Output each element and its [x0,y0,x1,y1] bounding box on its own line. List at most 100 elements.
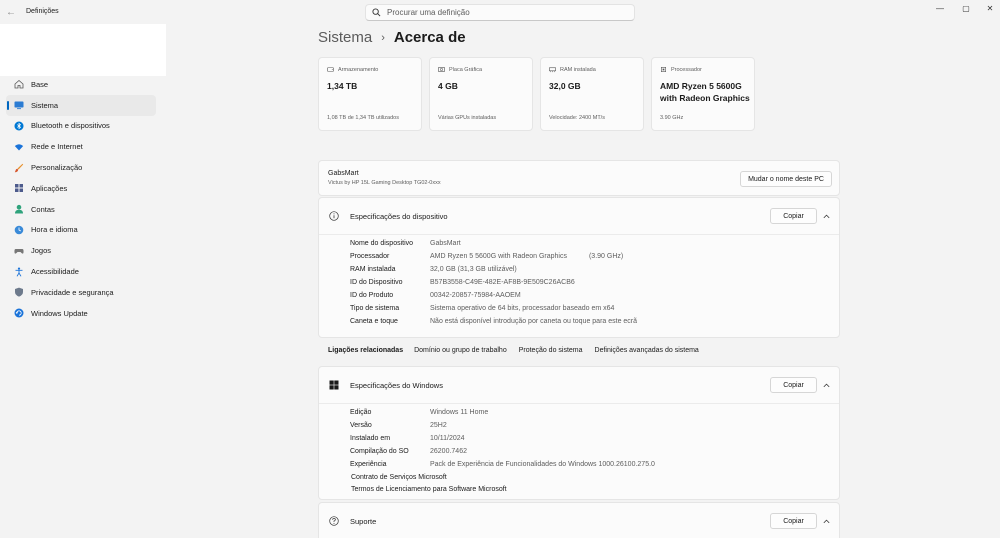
link-domain-workgroup[interactable]: Domínio ou grupo de trabalho [414,347,507,354]
gpu-icon [438,67,445,72]
device-name: GabsMart [328,170,359,177]
support-card: Suporte Copiar [318,502,840,538]
link-microsoft-services-agreement[interactable]: Contrato de Serviços Microsoft [351,474,447,481]
sidebar-item-base[interactable]: Base [6,74,156,95]
sidebar-item-windows-update[interactable]: Windows Update [6,303,156,324]
device-specs-card: Especificações do dispositivo Copiar Nom… [318,197,840,338]
sidebar-item-contas[interactable]: Contas [6,199,156,220]
profile-area[interactable] [0,24,166,76]
tile-foot: 3.90 GHz [660,115,684,121]
search-box[interactable] [365,4,635,21]
rename-pc-button[interactable]: Mudar o nome deste PC [740,171,832,187]
spec-row: Edição Windows 11 Home [350,409,489,416]
storage-icon [327,67,334,72]
sidebar-item-label: Acessibilidade [31,267,79,277]
related-links: Ligações relacionadas Domínio ou grupo d… [318,339,840,361]
maximize-button[interactable]: ▢ [954,3,978,13]
sidebar-item-label: Bluetooth e dispositivos [31,121,110,131]
help-icon [329,516,339,526]
spec-row: Nome do dispositivo GabsMart [350,240,461,247]
cpu-icon [661,67,666,72]
search-icon [372,8,381,17]
spec-row: Caneta e toque Não está disponível introd… [350,318,638,325]
apps-icon [14,183,24,193]
device-name-card: GabsMart Victus by HP 15L Gaming Desktop… [318,160,840,196]
spec-row: Experiência Pack de Experiência de Funcio… [350,461,655,468]
sidebar-item-aplicacoes[interactable]: Aplicações [6,178,156,199]
tile-storage[interactable]: Armazenamento 1,34 TB 1,08 TB de 1,34 TB… [318,57,422,131]
tile-label: RAM instalada [560,66,596,73]
section-title: Suporte [350,517,377,526]
copy-button[interactable]: Copiar [770,513,817,529]
tile-foot: Velocidade: 2400 MT/s [549,115,605,121]
spec-row: Compilação do SO 26200.7462 [350,448,467,455]
sidebar-item-personalizacao[interactable]: Personalização [6,157,156,178]
tile-value: 1,34 TB [327,81,358,91]
app-title: Definições [26,8,59,15]
brush-icon [14,163,24,173]
sidebar-item-sistema[interactable]: Sistema [6,94,156,116]
sidebar-item-jogos[interactable]: Jogos [6,240,156,261]
close-button[interactable]: ✕ [978,3,1000,13]
sidebar-item-rede[interactable]: Rede e Internet [6,136,156,157]
divider [319,234,839,235]
tile-label: Processador [671,66,702,73]
sidebar-item-label: Jogos [31,246,52,256]
spec-row: RAM instalada 32,0 GB (31,3 GB utilizável… [350,266,517,273]
sidebar-item-label: Rede e Internet [31,142,83,152]
spec-row: ID do Dispositivo B57B3558-C49E-482E-AF8B… [350,279,575,286]
ram-icon [549,67,556,73]
tile-foot: Várias GPUs instaladas [438,115,497,121]
section-title: Especificações do dispositivo [350,212,448,221]
sidebar-item-label: Base [31,79,49,89]
sidebar-item-label: Personalização [31,163,83,173]
spec-row: Processador AMD Ryzen 5 5600G with Radeon… [350,253,624,260]
sidebar-item-hora[interactable]: Hora e idioma [6,220,156,241]
related-links-title: Ligações relacionadas [328,346,404,354]
breadcrumb-parent[interactable]: Sistema [318,29,372,46]
windows-logo-icon [329,380,339,390]
copy-button[interactable]: Copiar [770,208,817,224]
chevron-up-icon[interactable] [822,212,831,221]
copy-button[interactable]: Copiar [770,377,817,393]
chevron-up-icon[interactable] [822,517,831,526]
tile-cpu[interactable]: Processador AMD Ryzen 5 5600G with Radeo… [651,57,755,131]
windows-specs-card: Especificações do Windows Copiar Edição W… [318,366,840,500]
tile-gpu[interactable]: Placa Gráfica 4 GB Várias GPUs instalada… [429,57,533,131]
minimize-button[interactable]: — [928,3,952,13]
sidebar-item-label: Windows Update [31,308,88,318]
spec-row: ID do Produto 00342-20857-75984-AAOEM [350,292,521,299]
accessibility-icon [14,267,24,277]
tile-foot: 1,08 TB de 1,34 TB utilizados [327,115,399,121]
sidebar-item-acessibilidade[interactable]: Acessibilidade [6,261,156,282]
globe-icon [14,225,24,235]
back-arrow-icon[interactable]: ← [4,5,18,19]
update-icon [14,308,24,318]
spec-row: Versão 25H2 [350,422,447,429]
sidebar-item-label: Sistema [31,100,59,110]
device-model: Victus by HP 15L Gaming Desktop TG02-0xx… [328,180,441,186]
search-input[interactable] [387,8,617,17]
sidebar-item-label: Aplicações [31,183,68,193]
sidebar-item-label: Privacidade e segurança [31,287,114,297]
page-title: Acerca de [393,29,466,46]
tile-label: Armazenamento [338,66,379,73]
breadcrumb: Sistema › Acerca de [318,29,466,46]
windows-specs-header[interactable]: Especificações do Windows Copiar [319,367,839,403]
support-header[interactable]: Suporte Copiar [319,503,839,538]
device-specs-header[interactable]: Especificações do dispositivo Copiar [319,198,839,234]
account-icon [14,204,24,214]
chevron-up-icon[interactable] [822,381,831,390]
title-bar: ← Definições — ▢ ✕ [0,0,1000,24]
home-icon [14,79,24,89]
bluetooth-icon [14,121,24,131]
link-advanced-settings[interactable]: Definições avançadas do sistema [595,347,699,354]
sidebar-item-privacidade[interactable]: Privacidade e segurança [6,282,156,303]
spec-row: Tipo de sistema Sistema operativo de 64 b… [350,305,615,312]
tile-ram[interactable]: RAM instalada 32,0 GB Velocidade: 2400 M… [540,57,644,131]
link-microsoft-license-terms[interactable]: Termos de Licenciamento para Software Mi… [351,486,507,493]
link-system-protection[interactable]: Proteção do sistema [519,347,583,354]
sidebar-item-bluetooth[interactable]: Bluetooth e dispositivos [6,116,156,137]
tile-label: Placa Gráfica [449,66,483,73]
divider [319,403,839,404]
